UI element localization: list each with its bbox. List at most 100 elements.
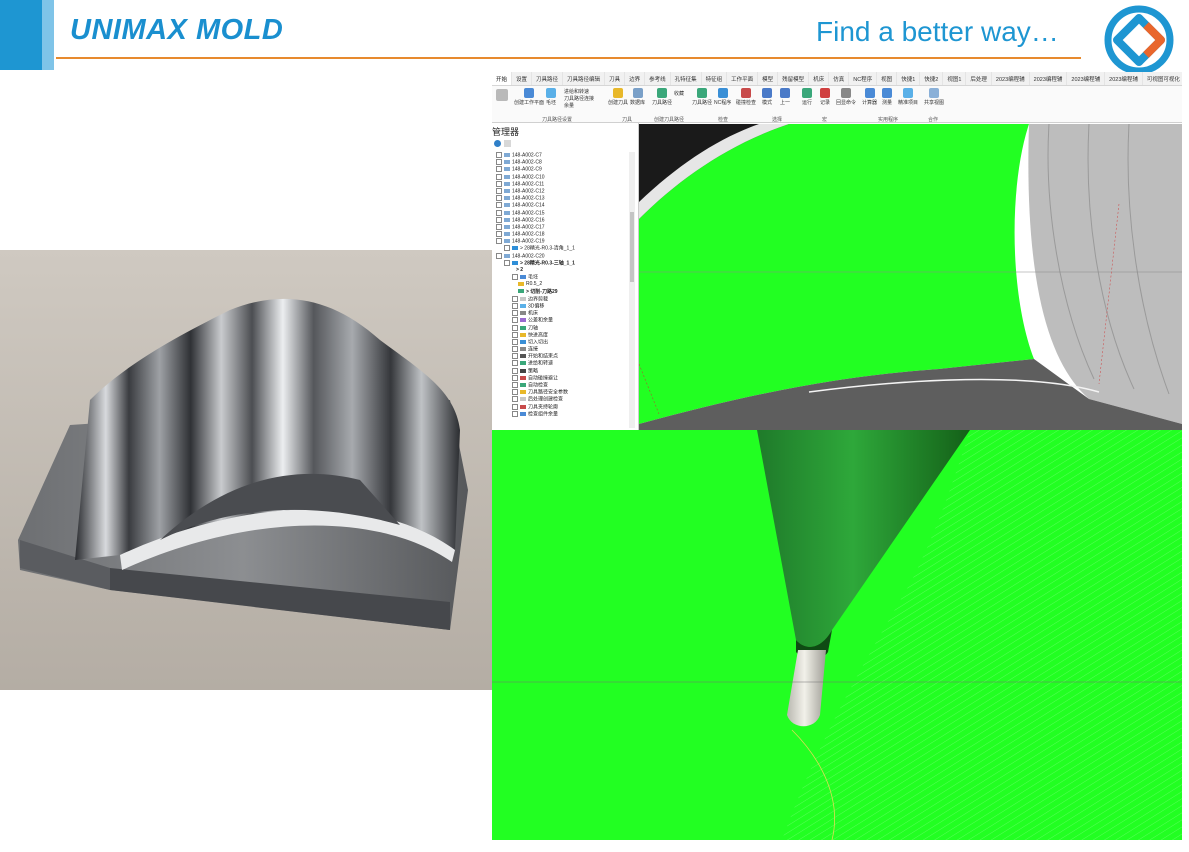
collision-check-button[interactable]: 碰撞检查 bbox=[736, 88, 756, 106]
ribbon-tab[interactable]: 刀具路径 bbox=[532, 72, 564, 85]
tree-item[interactable]: 148-A002-C12 bbox=[496, 187, 632, 195]
tree-item[interactable]: 148-A002-C13 bbox=[496, 195, 632, 202]
ribbon-group-label: 刀具 bbox=[622, 117, 633, 123]
explorer-pin-icon[interactable] bbox=[504, 140, 511, 147]
ribbon-tab[interactable]: NC程序 bbox=[849, 72, 878, 85]
ribbon-tab[interactable]: 残留模型 bbox=[778, 72, 810, 85]
tree-item[interactable]: R0.5_2 bbox=[496, 281, 632, 288]
ribbon-tab[interactable]: 可视图可视化 bbox=[1143, 72, 1182, 85]
tree-item[interactable]: 毛坯 bbox=[496, 274, 632, 281]
explorer-globe-icon[interactable] bbox=[494, 140, 501, 147]
tree-item[interactable]: 148-A002-C11 bbox=[496, 180, 632, 188]
selection-mode-button[interactable]: 模式 bbox=[762, 88, 772, 106]
tree-item[interactable]: > 切削-刀路29 bbox=[496, 289, 632, 296]
tree-item[interactable]: 刀具路径安全参数 bbox=[496, 389, 632, 396]
check-icon bbox=[697, 88, 707, 98]
ribbon-tab[interactable]: 边界 bbox=[625, 72, 646, 85]
measure-button[interactable]: 测量 bbox=[882, 88, 892, 106]
tree-item[interactable]: 后处理创建检查 bbox=[496, 396, 632, 403]
tree-item[interactable]: 148-A002-C19 bbox=[496, 238, 632, 245]
machined-part-photo bbox=[0, 250, 492, 690]
toolpath-connections-button[interactable]: 刀具路径连接 bbox=[564, 95, 594, 102]
ribbon-tab[interactable]: 刀具 bbox=[605, 72, 626, 85]
precise-icon bbox=[903, 88, 913, 98]
tree-item[interactable]: 3D偏移 bbox=[496, 302, 632, 310]
ribbon-tab[interactable]: 快捷2 bbox=[920, 72, 944, 85]
tree-item[interactable]: 机床 bbox=[496, 310, 632, 317]
tree-item[interactable]: 刀轴 bbox=[496, 324, 632, 332]
stock-button[interactable]: 毛坯 bbox=[546, 88, 556, 106]
run-macro-button[interactable]: 运行 bbox=[802, 88, 812, 106]
cursor-icon bbox=[762, 88, 772, 98]
tree-item[interactable]: 连接 bbox=[496, 346, 632, 353]
ribbon-tab[interactable]: 参考线 bbox=[645, 72, 671, 85]
tree-item[interactable]: 刀具夹持轮廓 bbox=[496, 403, 632, 411]
ribbon-tab[interactable]: 快捷1 bbox=[897, 72, 921, 85]
ribbon-tab[interactable]: 机床 bbox=[809, 72, 830, 85]
precise-item-button[interactable]: 精准项目 bbox=[898, 88, 918, 106]
ribbon-home-button[interactable] bbox=[496, 89, 508, 102]
ribbon-tab[interactable]: 2023编程辅 bbox=[1105, 72, 1143, 85]
tree-item[interactable]: 检查组件余量 bbox=[496, 410, 632, 418]
measure-icon bbox=[882, 88, 892, 98]
thickness-button[interactable]: 余量 bbox=[564, 102, 574, 109]
scrollbar-thumb[interactable] bbox=[630, 212, 634, 282]
tree-item[interactable]: 边界剪裁 bbox=[496, 295, 632, 303]
ribbon-tab[interactable]: 模型 bbox=[758, 72, 779, 85]
tree-item[interactable]: 148-A002-C14 bbox=[496, 202, 632, 209]
calculator-button[interactable]: 计算器 bbox=[862, 88, 877, 106]
explorer-scrollbar[interactable] bbox=[629, 152, 635, 428]
tree-item[interactable]: 148-A002-C7 bbox=[496, 152, 632, 159]
toolpaths-button[interactable]: 刀具路径 bbox=[652, 88, 672, 106]
feeds-speeds-button[interactable]: 进给和转速 bbox=[564, 88, 589, 95]
create-tool-button[interactable]: 创建刀具 bbox=[608, 88, 628, 106]
ribbon-tab[interactable]: 孔特征集 bbox=[671, 72, 702, 85]
database-button[interactable]: 数据库 bbox=[630, 88, 645, 106]
ribbon-tab[interactable]: 视图 bbox=[877, 72, 898, 85]
favorites-button[interactable]: 收藏 bbox=[674, 90, 684, 97]
tree-item[interactable]: 进给和转速 bbox=[496, 360, 632, 367]
tree-item[interactable]: 策略 bbox=[496, 367, 632, 375]
toolpath-check-button[interactable]: 刀具路径 bbox=[692, 88, 712, 106]
tree-item[interactable]: 自动检查 bbox=[496, 382, 632, 389]
ribbon-tab[interactable]: 设置 bbox=[512, 72, 533, 85]
collision-icon bbox=[741, 88, 751, 98]
tree-item[interactable]: 148-A002-C15 bbox=[496, 209, 632, 217]
explorer-title: 管理器 bbox=[492, 127, 520, 137]
previous-button[interactable]: 上一 bbox=[780, 88, 790, 106]
tree-item[interactable]: > 2 bbox=[496, 267, 632, 274]
tree-item[interactable]: 快进高度 bbox=[496, 331, 632, 339]
tree-item[interactable]: 自动碰撞避让 bbox=[496, 374, 632, 382]
ribbon-tab[interactable]: 后处理 bbox=[966, 72, 992, 85]
tree-item[interactable]: 148-A002-C18 bbox=[496, 231, 632, 238]
3d-viewport[interactable] bbox=[639, 124, 1182, 430]
explorer-tree: 148-A002-C7 148-A002-C8 148-A002-C9 148-… bbox=[496, 152, 632, 418]
tree-item[interactable]: 148-A002-C20 bbox=[496, 252, 632, 260]
ribbon-tab[interactable]: 2023编程辅 bbox=[1030, 72, 1068, 85]
tree-item[interactable]: 开始和结束点 bbox=[496, 353, 632, 360]
ribbon-tab[interactable]: 视图1 bbox=[943, 72, 967, 85]
echo-command-button[interactable]: 回显命令 bbox=[836, 88, 856, 106]
ribbon-tab[interactable]: 特征组 bbox=[702, 72, 728, 85]
ribbon-tab[interactable]: 2023编程辅 bbox=[992, 72, 1030, 85]
nc-program-button[interactable]: NC程序 bbox=[714, 88, 731, 106]
ribbon-tab[interactable]: 工作平面 bbox=[727, 72, 759, 85]
tree-item-active[interactable]: > 28精光-R0.3-三轴_1_1 bbox=[496, 259, 632, 267]
ribbon-tab[interactable]: 2023编程辅 bbox=[1067, 72, 1106, 85]
ribbon-tab[interactable]: 刀具路径编辑 bbox=[563, 72, 606, 85]
tree-item[interactable]: 148-A002-C8 bbox=[496, 159, 632, 166]
share-view-button[interactable]: 共享视图 bbox=[924, 88, 944, 106]
share-icon bbox=[929, 88, 939, 98]
tree-item[interactable]: 切入切出 bbox=[496, 338, 632, 346]
tree-item[interactable]: 公差和余量 bbox=[496, 317, 632, 324]
tree-item[interactable]: > 28精光-R0.3-清角_1_1 bbox=[496, 245, 632, 252]
tree-item[interactable]: 148-A002-C10 bbox=[496, 173, 632, 181]
tree-item[interactable]: 148-A002-C17 bbox=[496, 223, 632, 231]
tree-item[interactable]: 148-A002-C9 bbox=[496, 166, 632, 173]
ribbon-group-label: 合作 bbox=[928, 117, 939, 123]
record-macro-button[interactable]: 记录 bbox=[820, 88, 830, 106]
create-workplane-button[interactable]: 创建工作平面 bbox=[514, 88, 544, 106]
ribbon-tab[interactable]: 开始 bbox=[492, 72, 513, 85]
ribbon-tab[interactable]: 仿真 bbox=[829, 72, 850, 85]
tree-item[interactable]: 148-A002-C16 bbox=[496, 216, 632, 224]
